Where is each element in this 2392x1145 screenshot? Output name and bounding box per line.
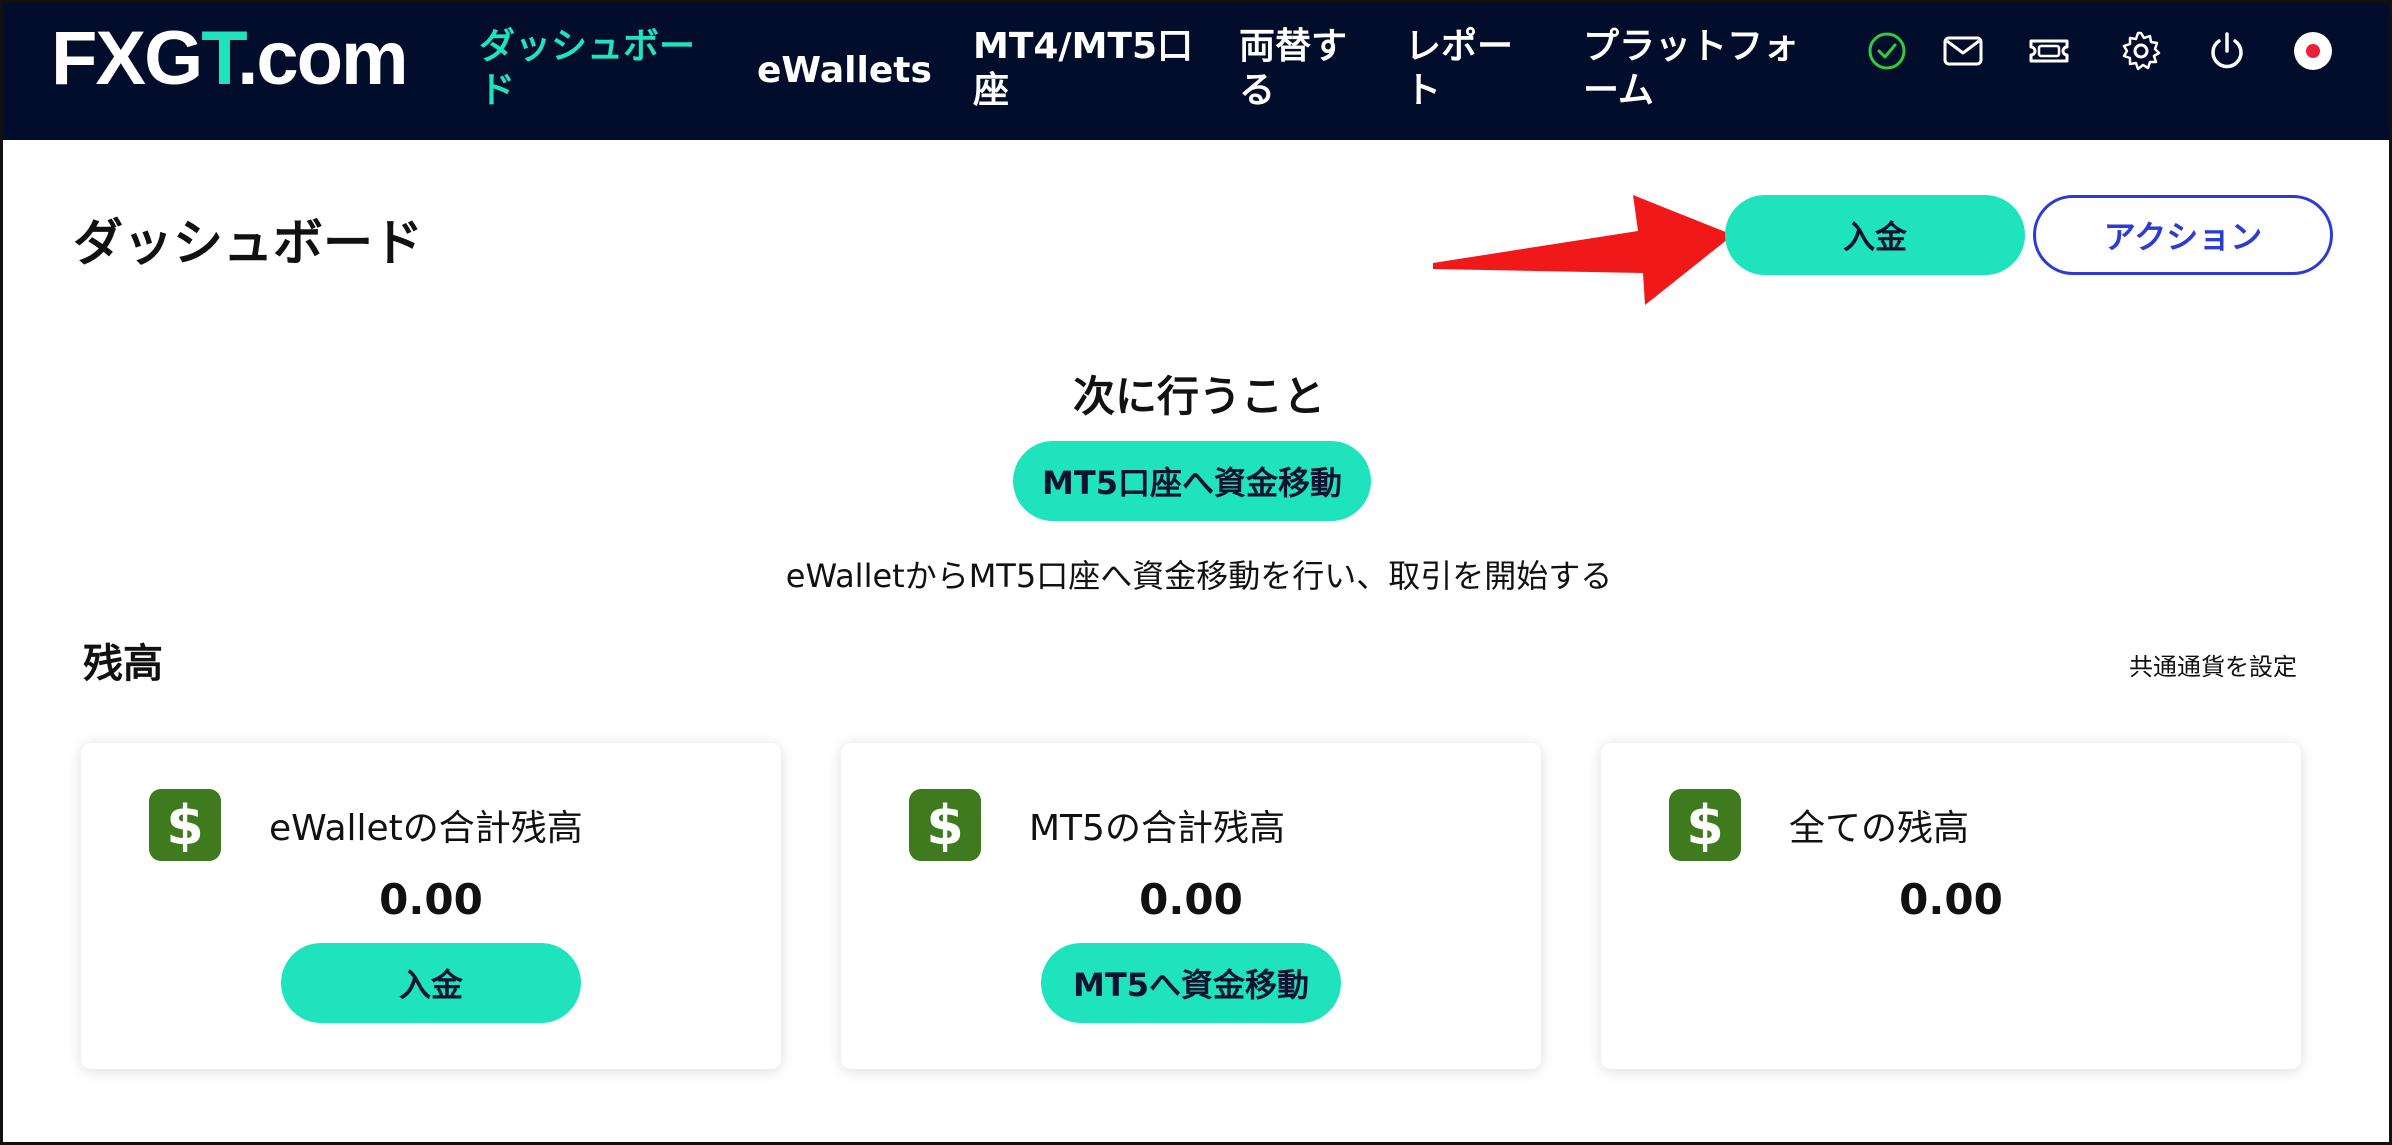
- fxgt-logo[interactable]: FXGT.com: [51, 21, 409, 97]
- dollar-icon: $: [909, 789, 981, 861]
- card-amount: 0.00: [1139, 875, 1243, 924]
- nav-item-ewallets[interactable]: eWallets: [757, 49, 932, 93]
- deposit-button[interactable]: 入金: [1725, 195, 2025, 275]
- page-title: ダッシュボード: [73, 214, 423, 272]
- dollar-icon: $: [1669, 789, 1741, 861]
- card-label: eWalletの合計残高: [269, 808, 583, 849]
- language-flag-icon[interactable]: [2291, 29, 2335, 73]
- card-label: 全ての残高: [1789, 808, 1970, 849]
- nav-item-exchange[interactable]: 両替する: [1239, 25, 1347, 113]
- mail-icon[interactable]: [1941, 29, 1985, 73]
- ticket-icon[interactable]: [2027, 29, 2071, 73]
- nav-item-dashboard[interactable]: ダッシュボード: [479, 25, 695, 113]
- power-icon[interactable]: [2205, 29, 2249, 73]
- app-window: FXGT.com ダッシュボード eWallets MT4/MT5口座 両替する…: [0, 0, 2392, 1145]
- action-button[interactable]: アクション: [2033, 195, 2333, 275]
- balance-title: 残高: [83, 641, 163, 687]
- next-steps-description: eWalletからMT5口座へ資金移動を行い、取引を開始する: [785, 557, 1613, 595]
- ewallet-balance-card: $ eWalletの合計残高 0.00 入金: [81, 743, 781, 1069]
- nav-item-platforms[interactable]: プラットフォ ーム: [1583, 25, 1799, 113]
- card-label: MT5の合計残高: [1029, 808, 1285, 849]
- annotation-arrow: [1433, 195, 1733, 305]
- check-circle-icon[interactable]: [1865, 29, 1909, 73]
- top-nav: FXGT.com ダッシュボード eWallets MT4/MT5口座 両替する…: [3, 3, 2389, 140]
- nav-item-reports[interactable]: レポート: [1405, 25, 1513, 113]
- card-amount: 0.00: [1899, 875, 2003, 924]
- card-deposit-button[interactable]: 入金: [281, 943, 581, 1023]
- set-common-currency-link[interactable]: 共通通貨を設定: [2129, 647, 2297, 682]
- gear-icon[interactable]: [2119, 29, 2163, 73]
- nav-item-mt-accounts[interactable]: MT4/MT5口座: [973, 25, 1193, 113]
- card-amount: 0.00: [379, 875, 483, 924]
- card-transfer-to-mt5-button[interactable]: MT5へ資金移動: [1041, 943, 1341, 1023]
- total-balance-card: $ 全ての残高 0.00: [1601, 743, 2301, 1069]
- transfer-to-mt5-account-button[interactable]: MT5口座へ資金移動: [1013, 441, 1371, 521]
- next-steps-title: 次に行うこと: [1072, 372, 1325, 421]
- dollar-icon: $: [149, 789, 221, 861]
- mt5-balance-card: $ MT5の合計残高 0.00 MT5へ資金移動: [841, 743, 1541, 1069]
